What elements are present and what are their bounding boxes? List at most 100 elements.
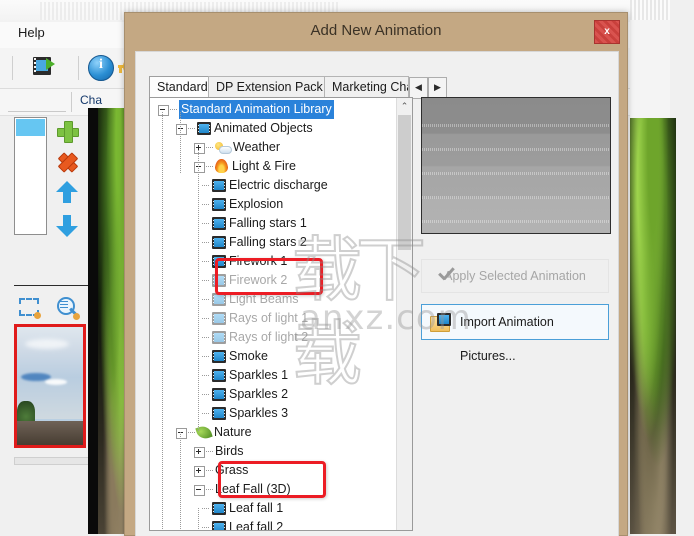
tree-connector [188,128,195,129]
listbox-selected-row[interactable] [16,119,45,136]
down-arrow-icon [56,212,78,238]
tree-item[interactable]: Electric discharge [150,176,397,195]
tree-item-label: Weather [233,140,281,154]
film-icon [212,331,226,344]
collapse-icon[interactable] [158,105,169,116]
magnifier-icon [56,296,80,320]
move-up-button[interactable] [56,180,78,206]
tree-item[interactable]: Birds [150,442,397,461]
scrollbar-thumb[interactable] [398,115,411,250]
close-icon[interactable]: x [594,20,620,44]
tree-item[interactable]: Standard Animation Library [150,100,397,119]
tree-item[interactable]: Falling stars 1 [150,214,397,233]
tree-item[interactable]: Light & Fire [150,157,397,176]
tree-item-label: Birds [215,444,244,458]
tree-guide-line [162,112,163,432]
collapse-icon[interactable] [194,162,205,173]
tree-guide-line [198,508,199,530]
subbar-separator [71,92,72,112]
animation-library-tree[interactable]: Standard Animation Library Animated Objec… [149,97,413,531]
subbar-rule [8,111,66,112]
tree-item[interactable]: Firework 1 [150,252,397,271]
tree-item[interactable]: Grass [150,461,397,480]
collapse-icon[interactable] [194,485,205,496]
tree-item-label: Light & Fire [232,159,296,173]
film-export-icon[interactable] [32,55,58,81]
tree-item-label: Animated Objects [214,121,313,135]
panel-divider [14,285,88,286]
film-icon [212,236,226,249]
tree-item-label: Standard Animation Library [179,100,334,119]
expand-icon[interactable] [194,143,205,154]
tree-item[interactable]: Falling stars 2 [150,233,397,252]
tree-connector [170,109,177,110]
tab-scroll-prev-icon[interactable]: ◀ [409,77,428,99]
tree-item[interactable]: Light Beams [150,290,397,309]
collapse-icon[interactable] [176,428,187,439]
film-icon [197,122,211,135]
film-icon [212,255,226,268]
tree-item[interactable]: Smoke [150,347,397,366]
tab-dp-extension-pack[interactable]: DP Extension Pack [208,76,325,98]
tree-item-label: Falling stars 2 [229,235,307,249]
tree-connector [202,337,209,338]
tab-scroll-next-icon[interactable]: ▶ [428,77,447,99]
tree-connector [188,432,195,433]
toolbar-separator [78,56,79,80]
tree-item[interactable]: Firework 2 [150,271,397,290]
film-icon [212,274,226,287]
tree-item-label: Leaf Fall (3D) [215,482,291,496]
tree-item[interactable]: Leaf Fall (3D) [150,480,397,499]
tree-connector [202,375,209,376]
remove-button[interactable] [56,150,79,173]
weather-icon [215,141,232,154]
dialog-title: Add New Animation [310,22,442,39]
tree-item-label: Rays of light 1 [229,311,309,325]
add-new-animation-dialog: Add New Animation x Standard DP Extension… [124,12,628,536]
tree-connector [202,223,209,224]
collapse-icon[interactable] [176,124,187,135]
move-down-button[interactable] [56,212,78,238]
tree-item[interactable]: Animated Objects [150,119,397,138]
tree-item[interactable]: Leaf fall 1 [150,499,397,518]
film-icon [212,198,226,211]
tree-item[interactable]: Rays of light 2 [150,328,397,347]
tree-item[interactable]: Nature [150,423,397,442]
tree-item[interactable]: Sparkles 2 [150,385,397,404]
tree-item[interactable]: Leaf fall 2 [150,518,397,531]
fit-button[interactable] [18,296,42,320]
tree-connector [202,204,209,205]
tree-item[interactable]: Explosion [150,195,397,214]
film-icon [212,407,226,420]
tree-connector [202,280,209,281]
tree-item[interactable]: Sparkles 1 [150,366,397,385]
tree-guide-line [162,432,163,530]
dialog-body: Standard DP Extension Pack Marketing Char ◀… [135,51,619,536]
expand-icon[interactable] [194,466,205,477]
background-listbox[interactable] [14,117,47,235]
tree-item-label: Leaf fall 1 [229,501,284,515]
film-icon [212,293,226,306]
tree-vertical-scrollbar[interactable]: ⌃ [396,98,412,530]
zoom-button[interactable] [56,296,80,320]
tree-item-label: Leaf fall 2 [229,520,284,531]
slide-thumbnail[interactable] [14,324,86,448]
tab-marketing-char[interactable]: Marketing Char [324,76,409,98]
tree-connector [202,299,209,300]
thumbnail-scrollbar[interactable] [14,457,90,465]
info-icon[interactable] [88,55,114,81]
tree-item[interactable]: Sparkles 3 [150,404,397,423]
tree-connector [206,489,213,490]
import-animation-pictures-button[interactable]: Import Animation Pictures... [421,304,609,363]
scroll-up-icon[interactable]: ⌃ [397,98,412,114]
tree-item-label: Explosion [229,197,284,211]
expand-icon[interactable] [194,447,205,458]
tree-item[interactable]: Weather [150,138,397,157]
menu-item-help[interactable]: Help [18,25,45,40]
tree-item[interactable]: Rays of light 1 [150,309,397,328]
tree-item-label: Sparkles 3 [229,406,289,420]
tree-item-label: Smoke [229,349,268,363]
film-icon [212,350,226,363]
tab-standard[interactable]: Standard [149,76,209,98]
add-button[interactable] [56,120,79,143]
